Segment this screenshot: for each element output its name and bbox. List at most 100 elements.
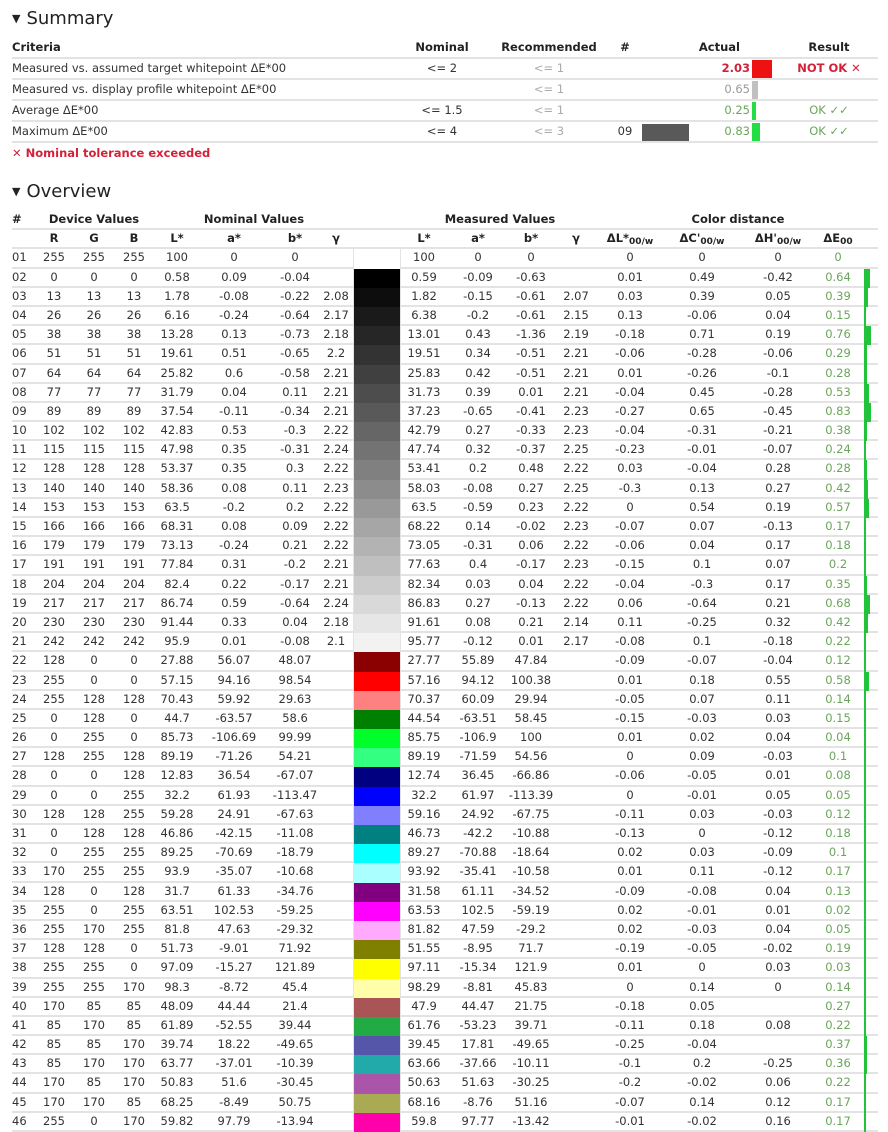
patch-number: 24: [12, 691, 27, 706]
header-delta-c-label: ΔC': [679, 231, 701, 246]
device-b: 255: [123, 250, 145, 265]
delta-c: -0.31: [687, 423, 717, 438]
device-b: 85: [126, 1017, 142, 1032]
nominal-gamma: 2.1: [326, 634, 346, 649]
color-swatch: [353, 1016, 401, 1037]
table-row: 44 170 85 170 50.83 51.6 -30.45 50.63 51.63 -30.2…: [12, 1074, 878, 1094]
delta-e-bar: [864, 1112, 866, 1132]
nominal-a: -70.69: [215, 845, 253, 860]
device-r: 255: [43, 960, 65, 975]
actual-value: 2.03: [721, 61, 750, 75]
delta-c: 0.04: [689, 538, 715, 553]
delta-h: 0.05: [765, 288, 791, 303]
header-hash: #: [12, 212, 22, 226]
delta-h: 0.06: [765, 1075, 791, 1090]
summary-row: Measured vs. assumed target whitepoint Δ…: [12, 59, 878, 80]
measured-l: 13.01: [407, 327, 441, 342]
delta-h: 0.04: [765, 883, 791, 898]
criteria-label: Measured vs. assumed target whitepoint Δ…: [12, 61, 287, 75]
delta-e-bar: [864, 594, 870, 614]
measured-b: 121.9: [514, 960, 548, 975]
delta-l: 0.01: [617, 960, 643, 975]
color-swatch: [353, 479, 401, 499]
delta-l: 0.03: [617, 288, 643, 303]
delta-h: 0.32: [765, 614, 791, 629]
device-g: 255: [83, 845, 105, 860]
table-row: 37 128 128 0 51.73 -9.01 71.92 51.55 -8.95 71.7 -0…: [12, 940, 878, 960]
measured-l: 31.58: [407, 883, 441, 898]
device-b: 77: [126, 384, 142, 399]
delta-e-bar: [864, 882, 866, 902]
device-g: 0: [90, 1113, 98, 1128]
delta-e: 0.14: [825, 979, 851, 994]
delta-h: 0: [774, 979, 782, 994]
header-subscript: 00/w: [629, 237, 654, 248]
delta-l: 0.01: [617, 672, 643, 687]
device-b: 230: [123, 614, 145, 629]
nominal-b: 50.75: [278, 1094, 312, 1109]
table-row: 15 166 166 166 68.31 0.08 0.09 2.22 68.22 0.14 -0.…: [12, 518, 878, 538]
measured-b: 71.7: [518, 941, 544, 956]
delta-h: 0.11: [765, 691, 791, 706]
delta-e-bar: [864, 1036, 867, 1056]
delta-c: -0.26: [687, 365, 717, 380]
delta-c: 0.2: [692, 1056, 712, 1071]
nominal-b: -34.76: [276, 883, 314, 898]
nominal-l: 95.9: [164, 634, 190, 649]
patch-number: 41: [12, 1017, 27, 1032]
delta-c: -0.64: [687, 595, 717, 610]
nominal-a: 61.93: [217, 787, 251, 802]
device-r: 0: [50, 787, 58, 802]
color-swatch: [353, 690, 401, 710]
nominal-l: 93.9: [164, 864, 190, 879]
delta-e: 0.02: [825, 902, 851, 917]
patch-number: 11: [12, 442, 27, 457]
device-r: 255: [43, 921, 65, 936]
measured-l: 6.38: [411, 307, 437, 322]
delta-h: -0.42: [763, 269, 793, 284]
delta-c: -0.05: [687, 768, 717, 783]
delta-h: -0.09: [763, 845, 793, 860]
device-g: 0: [90, 768, 98, 783]
delta-c: 0.07: [689, 691, 715, 706]
header-delta-l: ΔL*00/w: [592, 230, 668, 251]
device-b: 128: [123, 883, 145, 898]
nominal-a: -0.11: [219, 403, 249, 418]
nominal-l: 91.44: [160, 614, 194, 629]
delta-h: 0.05: [765, 787, 791, 802]
nominal-a: 24.91: [217, 806, 251, 821]
color-swatch: [353, 978, 401, 998]
nominal-l: 50.83: [160, 1075, 194, 1090]
nominal-l: 19.61: [160, 346, 194, 361]
patch-number: 07: [12, 365, 27, 380]
device-g: 255: [83, 864, 105, 879]
delta-e-bar: [864, 1074, 866, 1094]
nominal-l: 86.74: [160, 595, 194, 610]
header-r: R: [49, 231, 59, 246]
device-g: 255: [83, 979, 105, 994]
overview-group-header-row: # Device Values Nominal Values Measured …: [12, 211, 878, 231]
header-result: Result: [808, 40, 850, 54]
color-swatch: [353, 518, 401, 538]
device-g: 0: [90, 269, 98, 284]
device-b: 85: [126, 1094, 142, 1109]
nominal-l: 53.37: [160, 461, 194, 476]
color-swatch: [353, 460, 401, 480]
device-g: 153: [83, 499, 105, 514]
overview-section-toggle[interactable]: ▼ Overview: [0, 178, 111, 206]
table-row: 43 85 170 170 63.77 -37.01 -10.39 63.66 -37.66 -1…: [12, 1055, 878, 1075]
nominal-a: -9.01: [219, 941, 249, 956]
summary-section-toggle[interactable]: ▼ Summary: [0, 5, 113, 33]
measured-l: 1.82: [411, 288, 437, 303]
table-row: 03 13 13 13 1.78 -0.08 -0.22 2.08 1.82 -0.15 -0.61…: [12, 287, 878, 307]
patch-number: 28: [12, 768, 27, 783]
nominal-b: 0: [291, 250, 299, 265]
nominal-a: -35.07: [215, 864, 253, 879]
delta-e: 0.03: [825, 960, 851, 975]
delta-l: -0.23: [615, 442, 645, 457]
measured-b: -66.86: [512, 768, 550, 783]
delta-e: 0.38: [825, 423, 851, 438]
patch-number: 19: [12, 595, 27, 610]
device-r: 153: [43, 499, 65, 514]
header-subscript: 00/w: [776, 237, 802, 248]
